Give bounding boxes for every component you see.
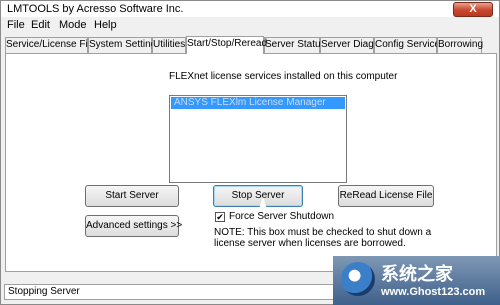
reread-license-file-button[interactable]: ReRead License File [338, 185, 434, 207]
menu-file[interactable]: File [7, 19, 25, 31]
services-listbox[interactable]: ANSYS FLEXlm License Manager [169, 95, 347, 183]
tab-config-services[interactable]: Config Services [374, 37, 445, 53]
close-icon: X [469, 3, 477, 15]
tab-service-license-file[interactable]: Service/License File [5, 37, 95, 53]
tab-strip: Service/License File System Settings Uti… [5, 36, 499, 54]
checkmark-icon: ✔ [216, 212, 224, 222]
tab-borrowing[interactable]: Borrowing [437, 37, 483, 53]
advanced-settings-button[interactable]: Advanced settings >> [85, 215, 182, 237]
watermark-logo-icon [341, 262, 375, 296]
installed-services-label: FLEXnet license services installed on th… [169, 71, 398, 82]
window-title: LMTOOLS by Acresso Software Inc. [7, 3, 184, 15]
watermark: 系统之家 www.Ghost123.com [333, 256, 500, 305]
selected-service-item[interactable]: ANSYS FLEXlm License Manager [171, 97, 345, 109]
tab-system-settings[interactable]: System Settings [88, 37, 161, 53]
menu-edit[interactable]: Edit [31, 19, 50, 31]
watermark-url: www.Ghost123.com [381, 286, 486, 298]
close-button[interactable]: X [453, 2, 493, 17]
menu-mode[interactable]: Mode [59, 19, 87, 31]
watermark-title: 系统之家 [381, 264, 453, 285]
force-shutdown-checkbox[interactable]: ✔ [215, 212, 225, 222]
start-server-button[interactable]: Start Server [85, 185, 179, 207]
tab-server-diags[interactable]: Server Diags [320, 37, 379, 53]
stop-server-button[interactable]: Stop Server [213, 185, 303, 207]
status-text: Stopping Server [8, 286, 80, 297]
borrow-note: NOTE: This box must be checked to shut d… [214, 227, 432, 249]
tab-utilities[interactable]: Utilities [152, 37, 186, 53]
menu-bar: File Edit Mode Help [1, 18, 499, 34]
lmtools-window: LMTOOLS by Acresso Software Inc. X File … [0, 0, 500, 305]
menu-help[interactable]: Help [94, 19, 117, 31]
mouse-cursor-icon [259, 197, 267, 209]
force-shutdown-label: Force Server Shutdown [229, 211, 335, 222]
title-bar: LMTOOLS by Acresso Software Inc. X [1, 1, 499, 17]
tab-start-stop-reread[interactable]: Start/Stop/Reread [186, 36, 267, 54]
tab-server-status[interactable]: Server Status [264, 37, 326, 53]
